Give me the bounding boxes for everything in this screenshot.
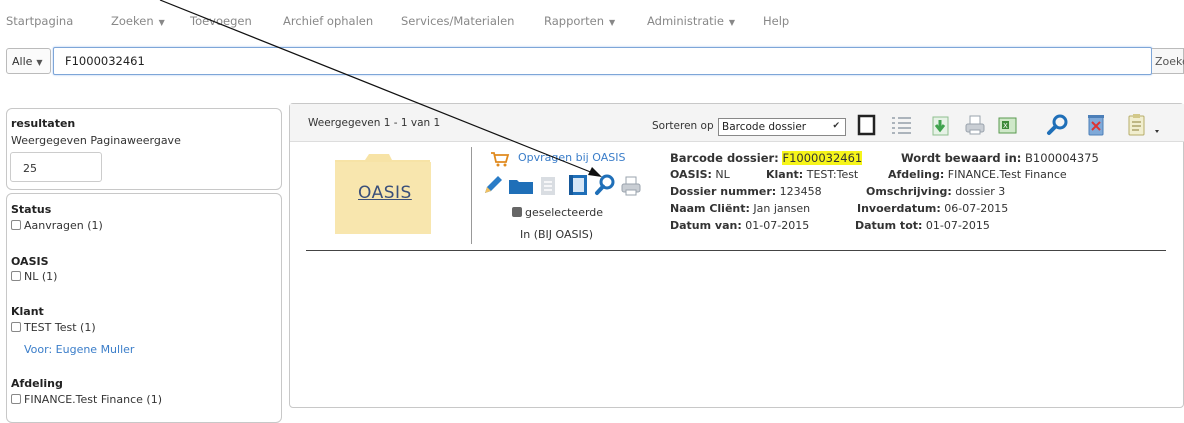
annotation-arrow — [159, 0, 602, 177]
